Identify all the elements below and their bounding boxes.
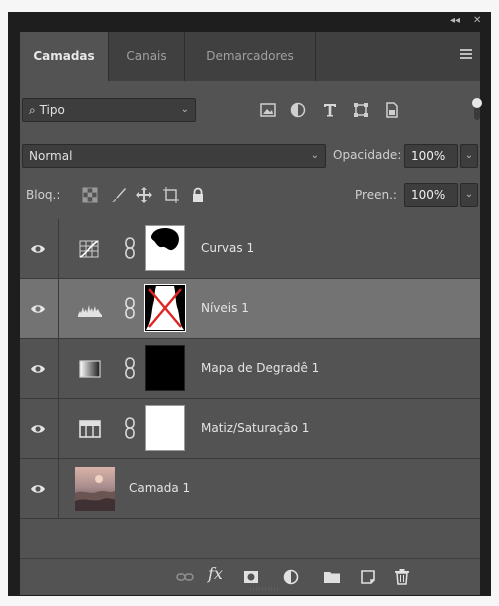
link-chain-icon[interactable] (124, 297, 136, 319)
search-icon: ⌕ (29, 103, 36, 117)
collapse-panel-icon[interactable]: ◂◂ (450, 15, 460, 26)
layer-row[interactable]: Camada 1 (20, 459, 480, 519)
shape-filter-icon[interactable] (353, 102, 369, 118)
eye-icon[interactable] (30, 481, 46, 497)
layers-panel: Camadas Canais Demarcadores ⌕ Tipo ⌄ Nor… (20, 32, 483, 595)
layer-name[interactable]: Curvas 1 (201, 219, 254, 277)
fill-label: Preen.: (355, 188, 397, 202)
opacity-dropdown-icon[interactable]: ⌄ (460, 144, 478, 168)
adjustment-filter-icon[interactable] (290, 102, 306, 118)
link-chain-icon[interactable] (124, 357, 136, 379)
layer-row[interactable]: Mapa de Degradê 1 (20, 339, 480, 399)
layers-panel-window: ◂◂ ✕ Camadas Canais Demarcadores ⌕ Tipo … (8, 12, 491, 596)
layer-name[interactable]: Níveis 1 (201, 279, 249, 337)
panel-menu-icon[interactable] (460, 49, 472, 59)
layer-name[interactable]: Matiz/Saturação 1 (201, 399, 309, 457)
lock-fill-row: Bloq.: Preen.: 100% ⌄ (20, 180, 480, 210)
eye-icon[interactable] (30, 421, 46, 437)
fill-dropdown-icon[interactable]: ⌄ (460, 183, 478, 207)
filter-toggle-switch[interactable] (471, 96, 483, 122)
link-layers-icon[interactable] (176, 568, 194, 586)
panel-title-bar: ◂◂ ✕ (8, 12, 491, 32)
resize-grip-icon[interactable] (250, 587, 280, 591)
layer-mask-thumbnail[interactable] (145, 345, 185, 391)
image-filter-icon[interactable] (260, 102, 276, 118)
blend-opacity-row: Normal ⌄ Opacidade: 100% ⌄ (20, 144, 480, 170)
layer-mask-thumbnail[interactable] (144, 284, 186, 332)
lock-artboard-icon[interactable] (163, 187, 179, 203)
layer-row[interactable]: Matiz/Saturação 1 (20, 399, 480, 459)
lock-image-pixels-icon[interactable] (111, 187, 127, 203)
lock-label: Bloq.: (26, 188, 61, 202)
filter-kind-select[interactable]: ⌕ Tipo ⌄ (22, 98, 196, 122)
link-chain-icon[interactable] (124, 417, 136, 439)
tab-layers[interactable]: Camadas (20, 32, 108, 81)
tab-paths[interactable]: Demarcadores (185, 32, 315, 81)
layer-image-thumbnail[interactable] (75, 467, 115, 511)
add-mask-icon[interactable] (242, 568, 260, 586)
close-panel-icon[interactable]: ✕ (473, 15, 481, 26)
layer-mask-thumbnail[interactable] (145, 225, 185, 271)
layer-name[interactable]: Camada 1 (129, 459, 190, 517)
layer-row[interactable]: Níveis 1 (20, 279, 480, 339)
chevron-down-icon: ⌄ (180, 104, 189, 115)
levels-adjustment-icon[interactable] (78, 299, 102, 319)
panel-tabs: Camadas Canais Demarcadores (20, 32, 480, 81)
gradient-map-adjustment-icon[interactable] (78, 359, 102, 379)
type-filter-icon[interactable] (322, 102, 338, 118)
filter-kind-value: Tipo (39, 103, 65, 117)
chevron-down-icon: ⌄ (310, 150, 319, 161)
opacity-input[interactable]: 100% (404, 144, 458, 168)
curves-adjustment-icon[interactable] (78, 239, 102, 259)
blend-mode-select[interactable]: Normal ⌄ (22, 144, 326, 168)
delete-trash-icon[interactable] (393, 568, 411, 586)
fill-input[interactable]: 100% (404, 183, 458, 207)
lock-all-icon[interactable] (190, 187, 206, 203)
eye-icon[interactable] (30, 361, 46, 377)
tab-channels[interactable]: Canais (109, 32, 184, 81)
opacity-label: Opacidade: (333, 148, 402, 162)
new-adjustment-layer-icon[interactable] (282, 568, 300, 586)
layer-row[interactable]: Curvas 1 (20, 219, 480, 279)
layer-name[interactable]: Mapa de Degradê 1 (201, 339, 319, 397)
new-group-folder-icon[interactable] (323, 568, 341, 586)
eye-icon[interactable] (30, 241, 46, 257)
eye-icon[interactable] (30, 301, 46, 317)
hue-saturation-adjustment-icon[interactable] (78, 419, 102, 439)
fx-layer-style-icon[interactable]: fx (208, 564, 226, 583)
layer-mask-thumbnail[interactable] (145, 405, 185, 451)
lock-position-icon[interactable] (136, 187, 152, 203)
smart-object-filter-icon[interactable] (384, 102, 400, 118)
new-layer-icon[interactable] (359, 568, 377, 586)
blend-mode-value: Normal (29, 149, 73, 163)
layers-list: Curvas 1 Níveis 1 Mapa de Degradê 1 Mati… (20, 219, 480, 521)
link-chain-icon[interactable] (124, 237, 136, 259)
lock-transparency-icon[interactable] (82, 187, 98, 203)
